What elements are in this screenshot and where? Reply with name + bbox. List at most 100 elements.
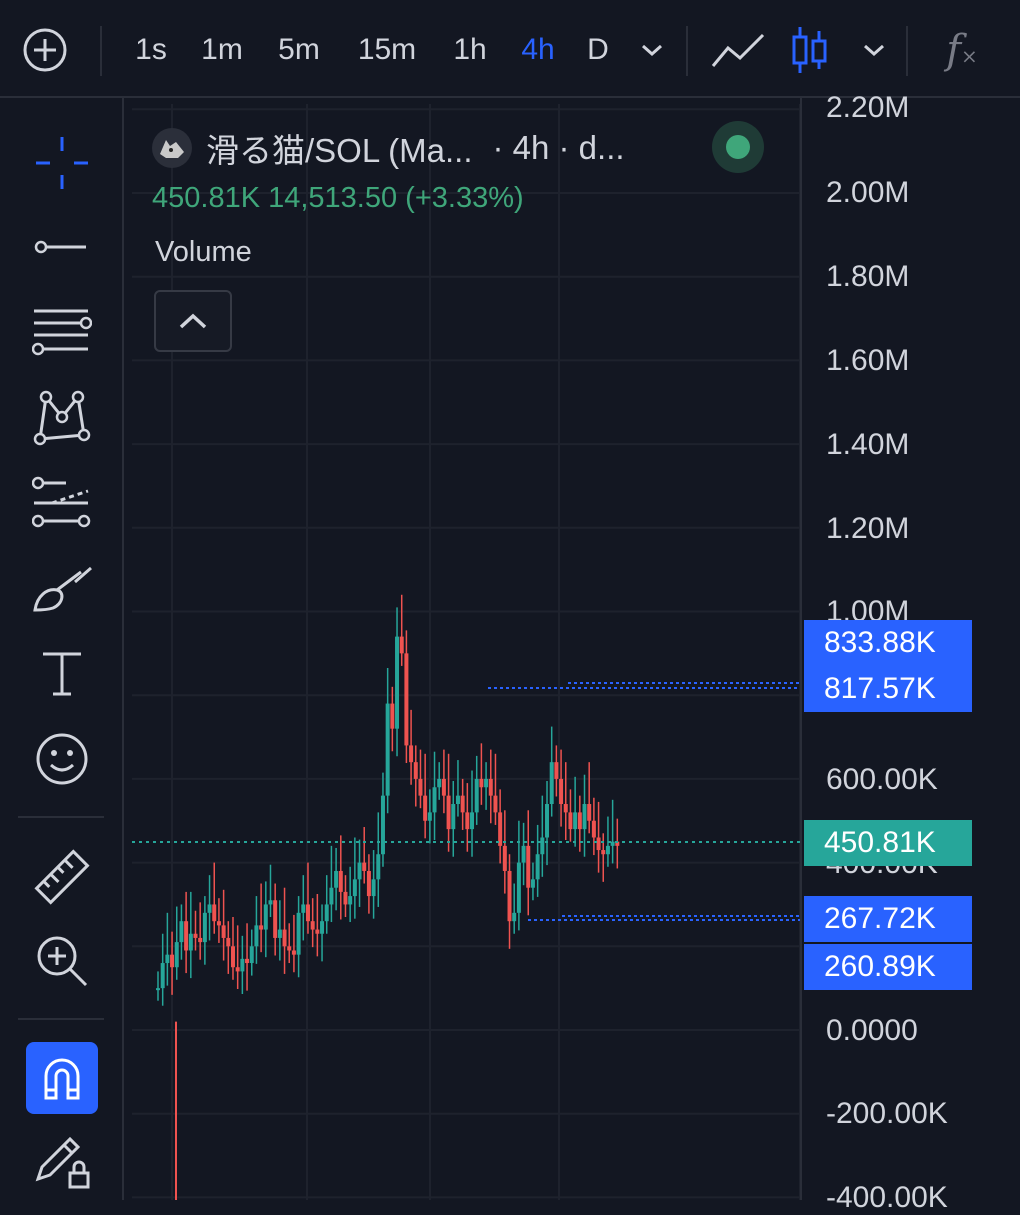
market-status-indicator[interactable] xyxy=(712,121,764,173)
candle-body xyxy=(329,887,334,905)
candle-body xyxy=(287,946,292,951)
token-avatar[interactable] xyxy=(152,128,192,168)
candle-body xyxy=(273,900,278,938)
tool-divider xyxy=(18,816,104,818)
candle-body xyxy=(591,820,596,838)
candle-body xyxy=(390,703,395,729)
candle-body xyxy=(549,762,554,805)
candlestick-icon xyxy=(792,27,827,73)
candle-body xyxy=(230,946,235,968)
price-tag-817k[interactable]: 817.57K xyxy=(804,666,972,712)
candle-body xyxy=(310,921,315,930)
candle-body xyxy=(446,795,451,830)
candle-body xyxy=(216,921,221,926)
measure-tool[interactable] xyxy=(20,842,104,912)
axis-label: -400.00K xyxy=(826,1181,948,1214)
price-tag-267k[interactable]: 267.72K xyxy=(804,896,972,942)
emoji-icon xyxy=(36,733,88,785)
candle-body xyxy=(582,804,587,830)
axis-label: 2.20M xyxy=(826,91,910,124)
candle-body xyxy=(207,904,212,913)
brush-icon xyxy=(33,566,92,612)
line-chart-button[interactable] xyxy=(708,24,768,76)
candle-body xyxy=(202,912,207,943)
candle-body xyxy=(460,795,465,813)
candlestick-chart-button[interactable] xyxy=(790,24,830,76)
timeframe-d[interactable]: D xyxy=(584,24,612,76)
add-symbol-button[interactable] xyxy=(20,24,70,76)
projection-tool[interactable] xyxy=(20,468,104,538)
candle-body xyxy=(516,862,521,913)
timeframe-15m[interactable]: 15m xyxy=(350,24,424,76)
axis-label: 1.20M xyxy=(826,512,910,545)
candle-body xyxy=(507,870,512,922)
axis-label: 1.80M xyxy=(826,260,910,293)
price-tag-833k[interactable]: 833.88K xyxy=(804,620,972,666)
toolbar-divider xyxy=(686,26,688,76)
trend-line-tool[interactable] xyxy=(20,212,104,282)
candle-body xyxy=(156,988,160,991)
zoom-in-tool[interactable] xyxy=(20,926,104,996)
candle-body xyxy=(348,896,353,905)
chevron-up-icon xyxy=(179,313,207,329)
candle-body xyxy=(455,795,460,805)
emoji-tool[interactable] xyxy=(20,724,104,794)
indicators-button[interactable]: f× xyxy=(940,24,984,76)
candle-body xyxy=(366,870,371,897)
chevron-down-icon xyxy=(864,44,884,57)
chart-type-dropdown-button[interactable] xyxy=(858,24,890,76)
timeframe-1s[interactable]: 1s xyxy=(130,24,172,76)
candle-body xyxy=(334,870,339,888)
line-chart-icon xyxy=(711,33,765,67)
lock-drawing-icon xyxy=(35,1136,90,1189)
axis-label: 600.00K xyxy=(826,763,938,796)
candle-body xyxy=(610,841,615,846)
timeframe-4h[interactable]: 4h xyxy=(516,24,560,76)
candle-body xyxy=(198,937,203,943)
candle-body xyxy=(404,653,409,746)
candle-body xyxy=(451,804,456,830)
current-price-tag[interactable]: 450.81K xyxy=(804,820,972,866)
symbol-title[interactable]: 滑る猫/SOL (Ma... xyxy=(206,124,472,172)
price-axis[interactable]: 2.20M 2.00M 1.80M 1.60M 1.40M 1.20M 1.00… xyxy=(800,91,1020,1214)
candle-body xyxy=(357,862,362,880)
candle-body xyxy=(320,921,325,934)
text-tool[interactable] xyxy=(20,638,104,708)
candle-body xyxy=(577,812,582,830)
candle-body xyxy=(174,942,179,968)
drawing-toolbar xyxy=(0,98,124,1200)
plus-circle-icon xyxy=(23,28,67,72)
pattern-tool[interactable] xyxy=(20,382,104,452)
lock-drawings-button[interactable] xyxy=(20,1126,104,1196)
candle-body xyxy=(249,946,254,964)
candle-body xyxy=(282,929,287,947)
timeframe-dropdown-button[interactable] xyxy=(636,24,668,76)
crosshair-tool[interactable] xyxy=(20,128,104,198)
candle-body xyxy=(437,778,442,788)
candle-body xyxy=(540,837,545,855)
crosshair-icon xyxy=(36,137,88,189)
brush-tool[interactable] xyxy=(20,554,104,624)
candle-body xyxy=(184,921,189,951)
candle-body xyxy=(343,891,348,905)
candle-body xyxy=(212,904,217,922)
candle-body xyxy=(338,870,343,892)
candle-body xyxy=(498,812,503,846)
candle-body xyxy=(235,967,240,972)
magnet-mode-button[interactable] xyxy=(26,1042,98,1114)
timeframe-1m[interactable]: 1m xyxy=(196,24,248,76)
timeframe-1h[interactable]: 1h xyxy=(448,24,492,76)
text-icon xyxy=(43,652,81,696)
price-tag-260k[interactable]: 260.89K xyxy=(804,944,972,990)
magnet-icon xyxy=(44,1058,80,1100)
indicator-label[interactable]: Volume xyxy=(155,236,252,269)
candle-body xyxy=(573,812,578,830)
trend-line-icon xyxy=(34,240,86,254)
candle-body xyxy=(277,929,282,938)
candle-body xyxy=(245,958,250,964)
fib-retracement-tool[interactable] xyxy=(20,298,104,368)
collapse-legend-button[interactable] xyxy=(154,290,232,352)
candle-body xyxy=(521,845,526,863)
timeframe-5m[interactable]: 5m xyxy=(272,24,326,76)
candle-body xyxy=(441,778,446,796)
